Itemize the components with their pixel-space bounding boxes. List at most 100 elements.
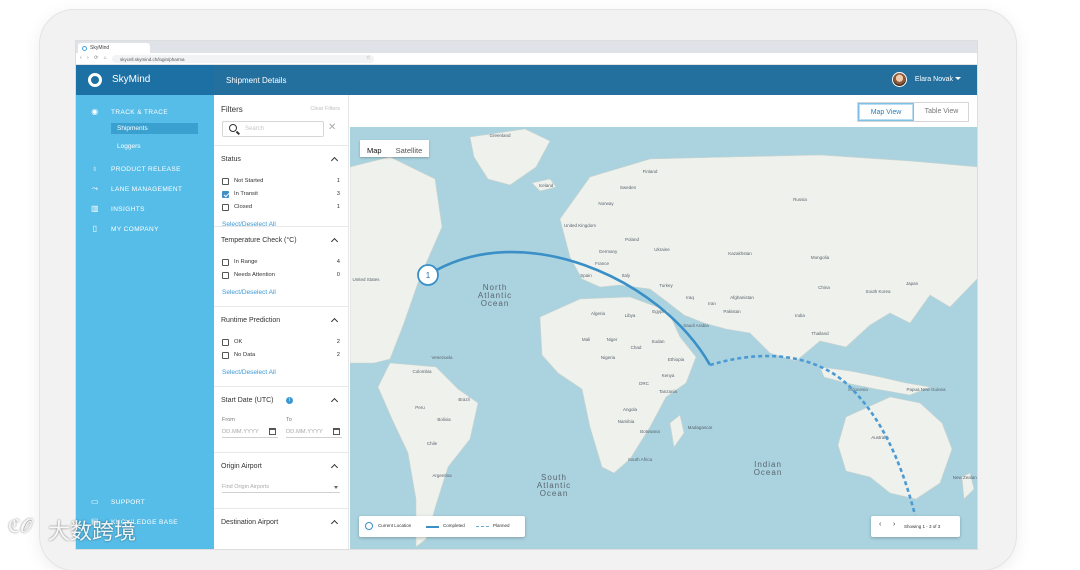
clear-filters-link[interactable]: Clear Filters: [310, 106, 340, 112]
marker-label: 1: [426, 271, 431, 280]
ocean-line: Ocean: [481, 299, 510, 308]
option-label: In Transit: [234, 191, 258, 197]
country-label: Japan: [906, 281, 919, 286]
country-label: DRC: [639, 381, 649, 386]
checkbox[interactable]: [222, 339, 229, 346]
country-label: Italy: [622, 273, 631, 278]
country-label: France: [595, 261, 610, 266]
legend-planned: Planned: [493, 523, 510, 528]
chevron-up-icon[interactable]: [330, 237, 339, 246]
chevron-up-icon[interactable]: [330, 463, 339, 472]
filter-option[interactable]: In Transit 3: [222, 191, 340, 201]
chevron-right-icon[interactable]: ›: [893, 521, 895, 528]
avatar[interactable]: [892, 72, 907, 87]
start-date-to-field[interactable]: DD.MM.YYYY: [286, 426, 342, 438]
chevron-down-icon[interactable]: [955, 77, 961, 80]
start-date-from-field[interactable]: DD.MM.YYYY: [222, 426, 278, 438]
chevron-up-icon[interactable]: [330, 156, 339, 165]
map-type-map-button[interactable]: Map: [360, 142, 389, 159]
country-label: Greenland: [489, 133, 511, 138]
checkbox[interactable]: [222, 178, 229, 185]
land-masses: [350, 128, 977, 548]
info-icon[interactable]: i: [286, 397, 293, 404]
country-label: Finland: [643, 169, 658, 174]
option-count: 1: [336, 204, 340, 210]
search-icon: [229, 124, 237, 132]
date-placeholder: DD.MM.YYYY: [286, 429, 323, 435]
chevron-up-icon[interactable]: [330, 317, 339, 326]
browser-nav-buttons[interactable]: ‹ › ⟳ ⌂: [80, 55, 109, 61]
country-label: Germany: [599, 249, 618, 254]
country-label: Iran: [708, 301, 716, 306]
pager-text: Showing 1 - 3 of 3: [904, 524, 941, 529]
search-input[interactable]: Search: [222, 121, 324, 137]
user-name[interactable]: Elara Novak: [915, 76, 953, 83]
bookmark-star-icon[interactable]: ☆: [366, 55, 370, 61]
destination-airport-filter-section: Destination Airport: [214, 508, 348, 549]
shipment-map[interactable]: North Atlantic Ocean South Atlantic Ocean In…: [350, 127, 978, 550]
sidebar-subitem-shipments[interactable]: Shipments: [111, 123, 198, 134]
map-canvas[interactable]: North Atlantic Ocean South Atlantic Ocean In…: [350, 127, 978, 550]
country-label: Afghanistan: [730, 295, 754, 300]
map-type-control: Map Satellite: [360, 140, 430, 159]
filter-option[interactable]: No Data 2: [222, 352, 340, 362]
browser-tab[interactable]: SkyMind: [78, 43, 150, 53]
company-icon: ▯: [92, 224, 98, 233]
close-icon[interactable]: ✕: [328, 122, 336, 133]
chevron-up-icon[interactable]: [330, 397, 339, 406]
search-placeholder: Search: [245, 126, 265, 132]
country-label: Tanzania: [659, 389, 678, 394]
checkbox[interactable]: [222, 259, 229, 266]
ocean-line: Ocean: [754, 468, 783, 477]
filter-option[interactable]: Not Started 1: [222, 178, 340, 188]
option-count: 2: [336, 352, 340, 358]
filter-option[interactable]: OK 2: [222, 339, 340, 349]
calendar-icon[interactable]: [333, 428, 340, 435]
sidebar-subitem-loggers[interactable]: Loggers: [111, 141, 198, 152]
select-deselect-all-link[interactable]: Select/Deselect All: [222, 369, 276, 376]
browser-url-bar: ‹ › ⟳ ⌂ skycell.skymind.ch/login/pharma …: [76, 53, 977, 65]
section-title: Status: [221, 156, 241, 163]
filter-option[interactable]: Closed 1: [222, 204, 340, 214]
ocean-line: Ocean: [540, 489, 569, 498]
sidebar: ◉ TRACK & TRACE Shipments Loggers ♁ PROD…: [76, 95, 214, 549]
radar-icon: ◉: [91, 107, 99, 116]
tab-map-view[interactable]: Map View: [858, 103, 914, 121]
country-label: Niger: [607, 337, 618, 342]
chevron-up-icon[interactable]: [330, 519, 339, 528]
start-date-filter-section: Start Date (UTC) i From To DD.MM.YYYY DD…: [214, 386, 348, 452]
address-field[interactable]: skycell.skymind.ch/login/pharma: [112, 55, 374, 63]
checkbox[interactable]: [222, 272, 229, 279]
caret-down-icon: [334, 486, 338, 489]
country-label: Spain: [580, 273, 592, 278]
watermark-logo: ℭ𝓞: [8, 516, 32, 537]
filter-option[interactable]: Needs Attention 0: [222, 272, 340, 282]
sidebar-item-label: PRODUCT RELEASE: [111, 166, 181, 173]
dropdown-placeholder: Find Origin Airports: [222, 484, 270, 490]
country-label: Pakistan: [723, 309, 741, 314]
ocean-label: Indian Ocean: [754, 460, 783, 477]
favicon-icon: [82, 45, 87, 51]
filter-option[interactable]: In Range 4: [222, 259, 340, 269]
country-label: Brazil: [458, 397, 469, 402]
origin-airport-dropdown[interactable]: Find Origin Airports: [222, 481, 340, 493]
map-type-satellite-button[interactable]: Satellite: [389, 142, 430, 159]
ocean-label: South Atlantic Ocean: [537, 473, 571, 498]
checkbox[interactable]: [222, 352, 229, 359]
option-count: 2: [336, 339, 340, 345]
country-label: Mali: [582, 337, 590, 342]
select-deselect-all-link[interactable]: Select/Deselect All: [222, 289, 276, 296]
country-label: Ethiopia: [668, 357, 685, 362]
tab-table-view[interactable]: Table View: [914, 103, 969, 121]
australia: [837, 396, 953, 500]
chevron-left-icon[interactable]: ‹: [879, 521, 881, 528]
sidebar-item-label: TRACK & TRACE: [111, 109, 169, 116]
checkbox[interactable]: [222, 204, 229, 211]
option-label: Not Started: [234, 178, 264, 184]
checkbox[interactable]: [222, 191, 229, 198]
section-title: Temperature Check (°C): [221, 237, 297, 244]
country-label: Chad: [631, 345, 642, 350]
calendar-icon[interactable]: [269, 428, 276, 435]
country-label: Chile: [427, 441, 438, 446]
country-label: Angola: [623, 407, 638, 412]
